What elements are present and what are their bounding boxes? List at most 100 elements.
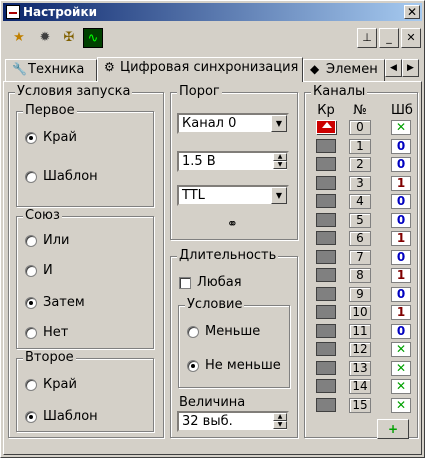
- radio-dot: [187, 359, 199, 372]
- tab-tech[interactable]: 🔧Техника: [5, 59, 97, 81]
- channel-edge-cell[interactable]: [316, 157, 336, 171]
- channel-edge-cell[interactable]: [316, 249, 336, 264]
- channel-number: 14: [349, 379, 371, 394]
- not-less-radio[interactable]: Не меньше: [187, 358, 281, 373]
- channel-number: 6: [349, 231, 371, 246]
- union-then-radio[interactable]: Затем: [25, 295, 85, 310]
- logic-select[interactable]: TTL ▼: [177, 185, 289, 206]
- channel-pattern-cell[interactable]: 1: [391, 231, 411, 246]
- channel-edge-cell[interactable]: [316, 175, 336, 190]
- channel-pattern-cell[interactable]: 0: [391, 323, 411, 339]
- radio-dot: [25, 131, 37, 144]
- radio-label: Нет: [43, 325, 69, 340]
- channel-value: Канал 0: [182, 116, 237, 131]
- cross-icon[interactable]: ✠: [59, 28, 79, 48]
- chevron-down-icon[interactable]: ▼: [271, 187, 287, 204]
- channel-edge-cell[interactable]: [316, 360, 336, 375]
- voltage-spinner[interactable]: 1.5 В ▲ ▼: [177, 151, 289, 172]
- chevron-down-icon[interactable]: ▼: [271, 115, 287, 132]
- spin-buttons[interactable]: ▲ ▼: [273, 413, 287, 430]
- channel-edge-cell[interactable]: [316, 323, 336, 338]
- settings-window: Настройки ✕ ★ ✹ ✠ ∿ ⊥ _ ✕ 🔧Техника ⚙ Цифр…: [0, 0, 425, 458]
- channel-edge-cell[interactable]: [316, 397, 336, 412]
- channel-edge-cell[interactable]: [316, 342, 336, 356]
- tab-label: Техника: [28, 62, 85, 77]
- radio-label: Не меньше: [205, 358, 281, 373]
- wrench-icon: 🔧: [12, 62, 27, 76]
- channel-number: 4: [349, 194, 371, 209]
- union-or-radio[interactable]: Или: [25, 233, 69, 248]
- channel-edge-cell[interactable]: [316, 286, 336, 301]
- radio-dot: [25, 326, 37, 339]
- channel-edge-cell[interactable]: [316, 268, 336, 282]
- channel-pattern-cell[interactable]: ✕: [391, 342, 411, 357]
- spin-down-icon[interactable]: ▼: [273, 421, 287, 429]
- tab-digital-sync[interactable]: ⚙ Цифровая синхронизация: [97, 57, 303, 82]
- channel-pattern-cell[interactable]: ✕: [391, 120, 411, 135]
- channel-pattern-cell[interactable]: 0: [391, 212, 411, 228]
- channel-number: 1: [349, 138, 371, 154]
- channel-pattern-cell[interactable]: 0: [391, 286, 411, 302]
- first-pattern-radio[interactable]: Шаблон: [25, 169, 98, 184]
- channel-edge-cell[interactable]: [316, 194, 336, 208]
- group-title: Первое: [23, 103, 77, 118]
- first-edge-radio[interactable]: Край: [25, 130, 77, 145]
- channel-number: 10: [349, 305, 371, 320]
- binoculars-icon[interactable]: ⚭: [227, 217, 238, 232]
- radio-dot: [25, 234, 37, 247]
- channel-pattern-cell[interactable]: 0: [391, 194, 411, 209]
- gear-icon[interactable]: ✹: [35, 28, 55, 48]
- close-icon[interactable]: ✕: [401, 28, 421, 48]
- channel-pattern-cell[interactable]: ✕: [391, 379, 411, 394]
- channel-edge-cell[interactable]: [316, 379, 336, 393]
- spin-down-icon[interactable]: ▼: [273, 161, 287, 169]
- channel-edge-cell[interactable]: [316, 231, 336, 245]
- star-folder-icon[interactable]: ★: [9, 28, 29, 48]
- signal-icon[interactable]: ∿: [83, 28, 103, 48]
- channel-number: 5: [349, 212, 371, 228]
- element-icon: ◆: [310, 62, 320, 76]
- channel-edge-cell[interactable]: [316, 305, 336, 319]
- channel-edge-cell[interactable]: [316, 212, 336, 227]
- channel-pattern-cell[interactable]: 1: [391, 175, 411, 191]
- radio-dot: [25, 170, 37, 183]
- group-title: Второе: [23, 350, 76, 365]
- channel-pattern-cell[interactable]: 1: [391, 305, 411, 320]
- less-radio[interactable]: Меньше: [187, 324, 260, 339]
- tab-scroll-right[interactable]: ▶: [402, 59, 419, 77]
- second-pattern-radio[interactable]: Шаблон: [25, 409, 98, 424]
- radio-label: Шаблон: [43, 409, 98, 424]
- minimize-icon[interactable]: _: [379, 28, 399, 48]
- channel-pattern-cell[interactable]: 0: [391, 138, 411, 154]
- channel-pattern-cell[interactable]: ✕: [391, 397, 411, 413]
- pin-icon[interactable]: ⊥: [357, 28, 377, 48]
- checkbox-label: Любая: [197, 275, 242, 290]
- add-channel-button[interactable]: +: [377, 419, 409, 439]
- spin-buttons[interactable]: ▲ ▼: [273, 153, 287, 170]
- union-and-radio[interactable]: И: [25, 263, 53, 278]
- duration-group: Длительность Любая Условие Меньше Не мен…: [170, 249, 298, 438]
- channel-pattern-cell[interactable]: 0: [391, 249, 411, 265]
- second-group: Второе Край Шаблон: [16, 351, 154, 432]
- union-not-radio[interactable]: Нет: [25, 325, 68, 340]
- spin-up-icon[interactable]: ▲: [273, 413, 287, 421]
- channel-edge-cell[interactable]: [316, 120, 336, 134]
- second-edge-radio[interactable]: Край: [25, 377, 77, 392]
- spin-up-icon[interactable]: ▲: [273, 153, 287, 161]
- channel-edge-cell[interactable]: [316, 138, 336, 153]
- tab-elements[interactable]: ◆ Элемен: [303, 59, 385, 81]
- duration-value-spinner[interactable]: 32 выб. ▲ ▼: [177, 411, 289, 432]
- channel-pattern-cell[interactable]: 0: [391, 157, 411, 172]
- any-duration-checkbox[interactable]: Любая: [179, 275, 242, 290]
- radio-dot: [25, 296, 37, 309]
- trigger-conditions-group: Условия запуска Первое Край Шаблон Союз …: [8, 85, 164, 438]
- tab-scroll-left[interactable]: ◀: [385, 59, 402, 77]
- channel-number: 8: [349, 268, 371, 283]
- kr-header: Кр: [317, 103, 335, 118]
- channel-pattern-cell[interactable]: 1: [391, 268, 411, 283]
- close-button[interactable]: ✕: [404, 5, 420, 19]
- num-header: №: [353, 103, 367, 118]
- channel-select[interactable]: Канал 0 ▼: [177, 113, 289, 134]
- channel-pattern-cell[interactable]: ✕: [391, 360, 411, 376]
- group-title: Союз: [23, 208, 62, 223]
